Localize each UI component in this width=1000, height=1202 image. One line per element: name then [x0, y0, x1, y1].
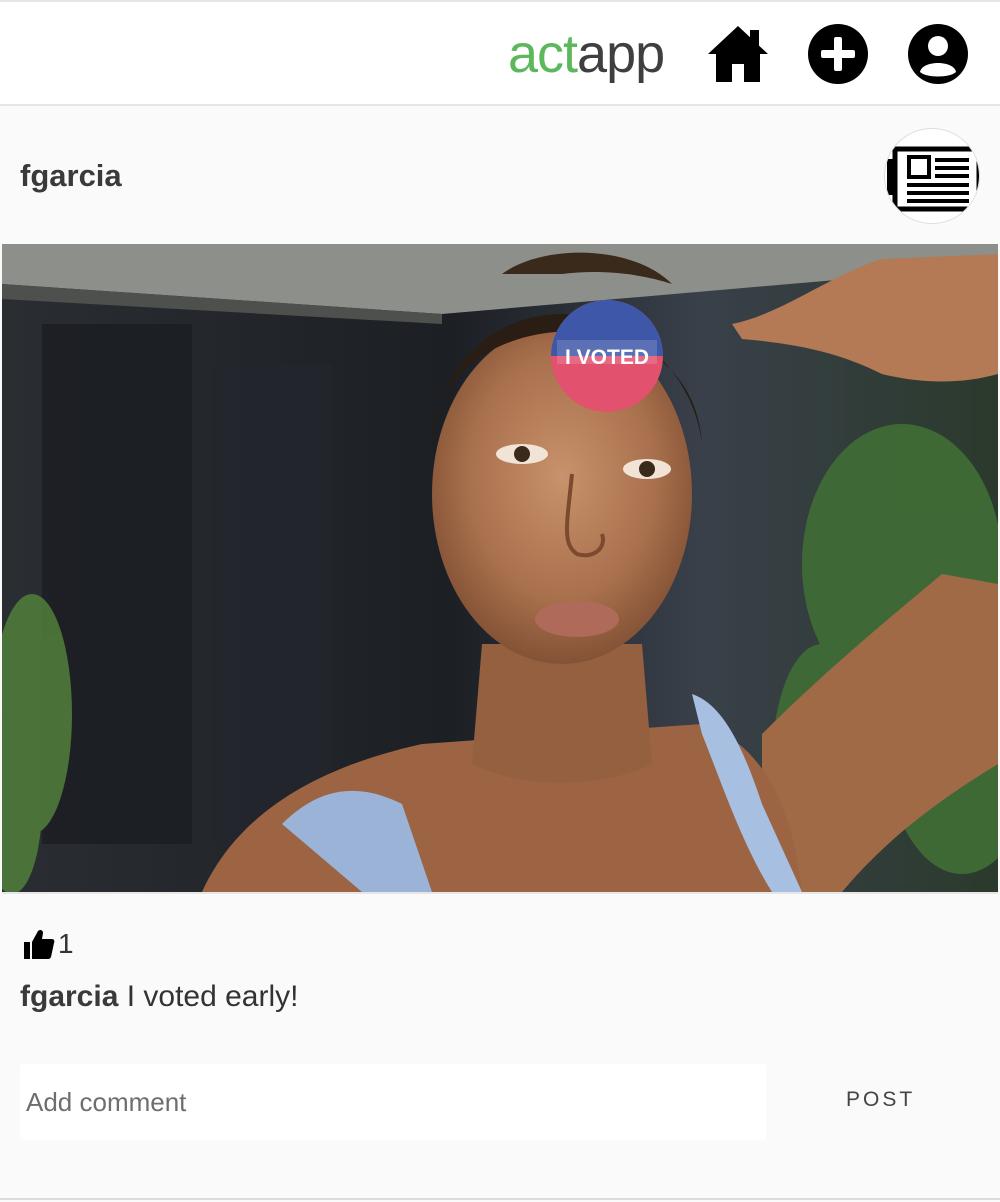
- logo-app-text: app: [577, 24, 665, 84]
- like-count: 1: [58, 928, 74, 959]
- logo-act-text: act: [508, 24, 578, 84]
- likes-row: 1: [22, 926, 74, 962]
- post-card: fgarcia I VOTED 1 fgarcia I voted early!…: [0, 108, 1000, 1202]
- post-divider: [0, 1198, 1000, 1200]
- caption-text: I voted early!: [118, 980, 299, 1013]
- post-caption: fgarcia I voted early!: [20, 980, 298, 1014]
- user-circle-icon[interactable]: [906, 22, 970, 86]
- post-header: fgarcia: [0, 108, 1000, 244]
- post-photo-illustration: I VOTED: [2, 244, 998, 892]
- post-comment-button[interactable]: POST: [846, 1088, 915, 1112]
- newspaper-icon: [885, 129, 979, 223]
- comment-input[interactable]: [20, 1064, 766, 1140]
- thumbs-up-icon[interactable]: [22, 927, 56, 961]
- top-navigation-bar: actapp: [0, 0, 1000, 106]
- post-photo[interactable]: I VOTED: [2, 244, 998, 894]
- caption-username[interactable]: fgarcia: [20, 980, 118, 1013]
- post-username[interactable]: fgarcia: [20, 158, 122, 194]
- avatar[interactable]: [884, 128, 980, 224]
- sticker-text: I VOTED: [565, 346, 649, 369]
- add-circle-icon[interactable]: [806, 22, 870, 86]
- app-logo[interactable]: actapp: [508, 24, 665, 84]
- home-icon[interactable]: [706, 22, 770, 86]
